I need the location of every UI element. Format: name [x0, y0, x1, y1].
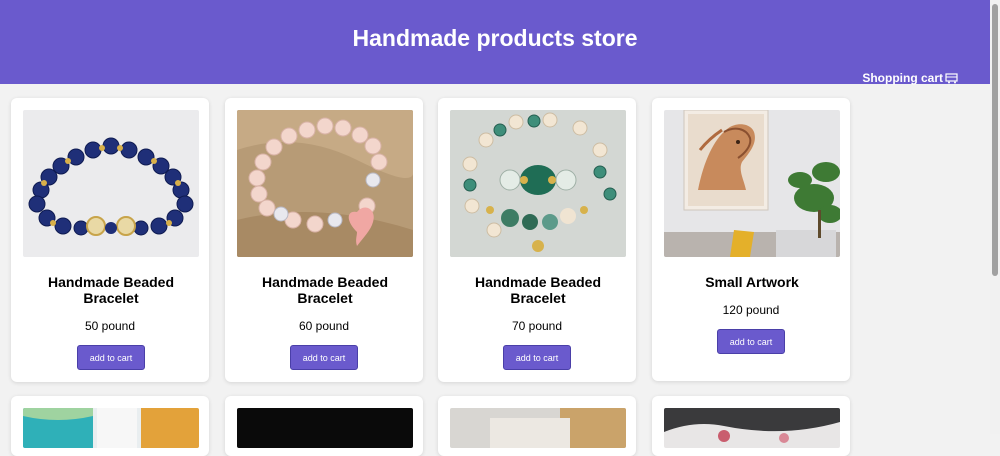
product-name: Handmade Beaded Bracelet [474, 274, 602, 306]
product-card [225, 396, 423, 456]
store-title: Handmade products store [352, 25, 638, 51]
product-name: Handmade Beaded Bracelet [47, 274, 175, 306]
shopping-cart-icon [945, 72, 959, 84]
page-scrollbar[interactable] [990, 0, 1000, 434]
product-card: Handmade Beaded Bracelet 60 pound add to… [225, 98, 423, 382]
product-image [664, 408, 840, 448]
add-to-cart-button[interactable]: add to cart [77, 345, 145, 370]
shopping-cart-label: Shopping cart [862, 71, 943, 85]
add-to-cart-button[interactable]: add to cart [717, 329, 785, 354]
add-to-cart-button[interactable]: add to cart [290, 345, 358, 370]
product-price: 50 pound [84, 319, 136, 333]
product-image [23, 408, 199, 448]
product-card: Handmade Beaded Bracelet 70 pound add to… [438, 98, 636, 382]
product-image-pink-bracelet [237, 110, 413, 257]
site-header: Handmade products store Shopping cart [0, 0, 990, 85]
product-image-green-bracelets [450, 110, 626, 257]
add-to-cart-button[interactable]: add to cart [503, 345, 571, 370]
product-image-horse-painting [664, 110, 840, 257]
scrollbar-thumb[interactable] [992, 4, 998, 276]
product-price: 70 pound [511, 319, 563, 333]
product-image [450, 408, 626, 448]
product-card: Handmade Beaded Bracelet 50 pound add to… [11, 98, 209, 382]
product-image [237, 408, 413, 448]
product-card: Small Artwork 120 pound add to cart [652, 98, 850, 381]
product-image-blue-bracelet [23, 110, 199, 257]
product-card [438, 396, 636, 456]
product-card [11, 396, 209, 456]
product-card [652, 396, 850, 456]
shopping-cart-link[interactable]: Shopping cart [862, 71, 959, 85]
product-name: Small Artwork [705, 274, 799, 290]
product-name: Handmade Beaded Bracelet [261, 274, 389, 306]
product-price: 60 pound [298, 319, 350, 333]
product-price: 120 pound [722, 303, 780, 317]
